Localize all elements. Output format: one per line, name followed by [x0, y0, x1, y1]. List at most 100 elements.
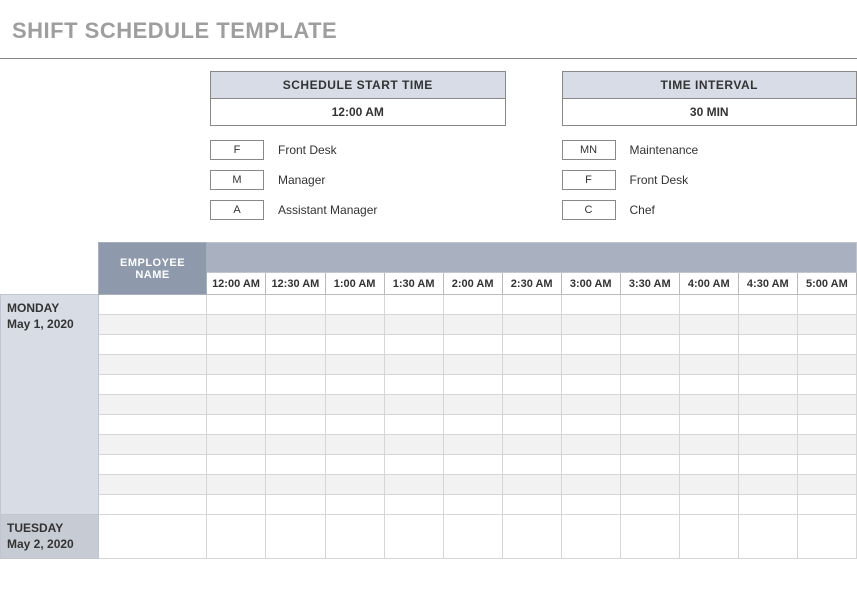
shift-cell[interactable]	[206, 435, 265, 455]
shift-cell[interactable]	[561, 315, 620, 335]
legend-code[interactable]: MN	[562, 140, 616, 160]
shift-cell[interactable]	[679, 495, 738, 515]
shift-cell[interactable]	[443, 515, 502, 559]
shift-cell[interactable]	[561, 455, 620, 475]
shift-cell[interactable]	[443, 415, 502, 435]
shift-cell[interactable]	[325, 295, 384, 315]
shift-cell[interactable]	[384, 495, 443, 515]
shift-cell[interactable]	[325, 515, 384, 559]
shift-cell[interactable]	[679, 395, 738, 415]
shift-cell[interactable]	[325, 375, 384, 395]
shift-cell[interactable]	[502, 355, 561, 375]
shift-cell[interactable]	[738, 335, 797, 355]
shift-cell[interactable]	[620, 475, 679, 495]
employee-cell[interactable]	[99, 415, 207, 435]
shift-cell[interactable]	[797, 435, 856, 455]
shift-cell[interactable]	[266, 375, 325, 395]
legend-code[interactable]: F	[210, 140, 264, 160]
shift-cell[interactable]	[679, 375, 738, 395]
shift-cell[interactable]	[266, 335, 325, 355]
shift-cell[interactable]	[325, 475, 384, 495]
config-start-value[interactable]: 12:00 AM	[210, 99, 506, 126]
shift-cell[interactable]	[206, 475, 265, 495]
shift-cell[interactable]	[679, 355, 738, 375]
shift-cell[interactable]	[797, 335, 856, 355]
shift-cell[interactable]	[561, 475, 620, 495]
shift-cell[interactable]	[738, 495, 797, 515]
employee-cell[interactable]	[99, 395, 207, 415]
shift-cell[interactable]	[620, 395, 679, 415]
shift-cell[interactable]	[738, 515, 797, 559]
shift-cell[interactable]	[738, 355, 797, 375]
shift-cell[interactable]	[502, 455, 561, 475]
employee-cell[interactable]	[99, 315, 207, 335]
legend-code[interactable]: C	[562, 200, 616, 220]
employee-cell[interactable]	[99, 435, 207, 455]
shift-cell[interactable]	[797, 315, 856, 335]
shift-cell[interactable]	[443, 355, 502, 375]
shift-cell[interactable]	[561, 495, 620, 515]
shift-cell[interactable]	[679, 335, 738, 355]
config-interval-value[interactable]: 30 MIN	[562, 99, 857, 126]
shift-cell[interactable]	[502, 375, 561, 395]
shift-cell[interactable]	[561, 415, 620, 435]
shift-cell[interactable]	[384, 435, 443, 455]
shift-cell[interactable]	[384, 295, 443, 315]
shift-cell[interactable]	[797, 415, 856, 435]
shift-cell[interactable]	[266, 495, 325, 515]
shift-cell[interactable]	[206, 355, 265, 375]
shift-cell[interactable]	[679, 415, 738, 435]
shift-cell[interactable]	[384, 415, 443, 435]
shift-cell[interactable]	[384, 515, 443, 559]
shift-cell[interactable]	[738, 475, 797, 495]
shift-cell[interactable]	[561, 395, 620, 415]
shift-cell[interactable]	[679, 435, 738, 455]
shift-cell[interactable]	[738, 435, 797, 455]
employee-cell[interactable]	[99, 335, 207, 355]
shift-cell[interactable]	[443, 295, 502, 315]
shift-cell[interactable]	[620, 355, 679, 375]
shift-cell[interactable]	[738, 375, 797, 395]
shift-cell[interactable]	[266, 435, 325, 455]
shift-cell[interactable]	[620, 515, 679, 559]
shift-cell[interactable]	[738, 395, 797, 415]
shift-cell[interactable]	[206, 415, 265, 435]
shift-cell[interactable]	[325, 315, 384, 335]
shift-cell[interactable]	[561, 515, 620, 559]
shift-cell[interactable]	[384, 335, 443, 355]
shift-cell[interactable]	[679, 455, 738, 475]
shift-cell[interactable]	[797, 375, 856, 395]
shift-cell[interactable]	[266, 415, 325, 435]
shift-cell[interactable]	[443, 495, 502, 515]
shift-cell[interactable]	[206, 295, 265, 315]
shift-cell[interactable]	[443, 475, 502, 495]
shift-cell[interactable]	[738, 315, 797, 335]
shift-cell[interactable]	[443, 455, 502, 475]
employee-cell[interactable]	[99, 455, 207, 475]
shift-cell[interactable]	[325, 415, 384, 435]
shift-cell[interactable]	[797, 355, 856, 375]
shift-cell[interactable]	[266, 395, 325, 415]
shift-cell[interactable]	[206, 375, 265, 395]
shift-cell[interactable]	[206, 395, 265, 415]
shift-cell[interactable]	[620, 335, 679, 355]
shift-cell[interactable]	[266, 295, 325, 315]
shift-cell[interactable]	[443, 335, 502, 355]
shift-cell[interactable]	[384, 375, 443, 395]
shift-cell[interactable]	[620, 455, 679, 475]
shift-cell[interactable]	[325, 495, 384, 515]
shift-cell[interactable]	[797, 515, 856, 559]
shift-cell[interactable]	[266, 355, 325, 375]
shift-cell[interactable]	[266, 515, 325, 559]
shift-cell[interactable]	[325, 395, 384, 415]
shift-cell[interactable]	[797, 395, 856, 415]
shift-cell[interactable]	[797, 455, 856, 475]
shift-cell[interactable]	[679, 475, 738, 495]
shift-cell[interactable]	[738, 455, 797, 475]
shift-cell[interactable]	[384, 475, 443, 495]
shift-cell[interactable]	[325, 355, 384, 375]
shift-cell[interactable]	[206, 495, 265, 515]
shift-cell[interactable]	[797, 495, 856, 515]
shift-cell[interactable]	[502, 515, 561, 559]
shift-cell[interactable]	[620, 435, 679, 455]
